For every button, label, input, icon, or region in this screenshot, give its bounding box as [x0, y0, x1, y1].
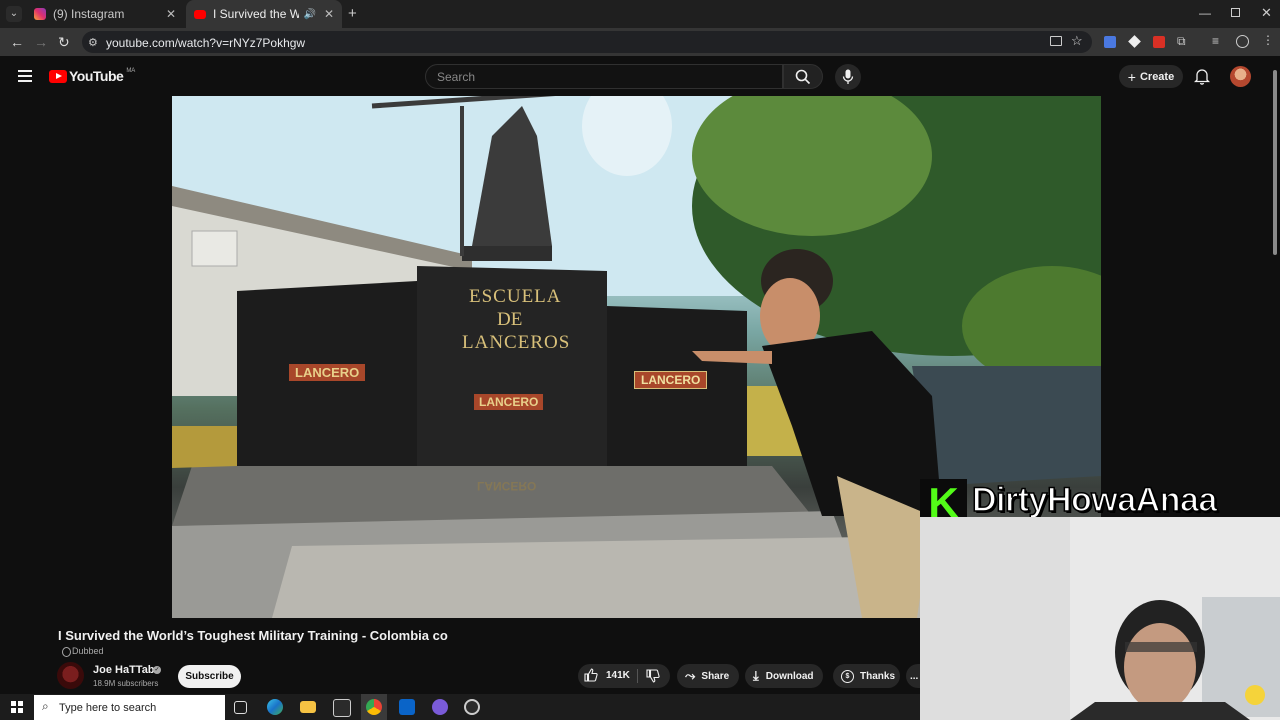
monument-plaque-right: LANCERO	[634, 371, 708, 389]
video-title: I Survived the World’s Toughest Military…	[58, 628, 448, 643]
tab-title: (9) Instagram	[53, 7, 125, 21]
youtube-icon	[194, 9, 206, 19]
monument-plaque-center: LANCERO	[474, 394, 544, 410]
bell-icon	[1193, 69, 1211, 85]
obs-icon[interactable]	[464, 699, 480, 715]
monument-text-lanceros: LANCEROS	[462, 332, 571, 353]
create-label: Create	[1139, 70, 1175, 83]
search-button[interactable]	[783, 64, 823, 89]
download-icon: ⤓	[753, 668, 759, 683]
voice-search-button[interactable]	[835, 64, 861, 90]
monument-text-de: DE	[497, 309, 523, 330]
dubbed-icon	[62, 647, 71, 657]
notifications-button[interactable]	[1193, 68, 1211, 90]
subscriber-count: 18.9M subscribers	[93, 679, 159, 688]
edge-icon[interactable]	[267, 699, 283, 715]
windows-start-button[interactable]	[11, 701, 23, 713]
dubbed-label: Dubbed	[72, 646, 104, 656]
discord-icon[interactable]	[432, 699, 448, 715]
thumbs-down-icon	[646, 669, 660, 683]
thanks-button[interactable]: $ Thanks	[833, 664, 900, 688]
verified-icon: ✓	[153, 666, 161, 674]
like-button[interactable]: 141K	[584, 668, 630, 682]
site-info-icon[interactable]: ⚙	[88, 36, 98, 49]
file-explorer-icon[interactable]	[300, 701, 316, 713]
country-code: MA	[126, 68, 136, 74]
translate-extension-icon[interactable]	[1104, 36, 1116, 48]
create-button[interactable]: + Create	[1119, 65, 1183, 88]
tab-instagram[interactable]: (9) Instagram ✕	[26, 0, 184, 28]
outlook-icon[interactable]	[399, 699, 415, 715]
monument-plaque-left: LANCERO	[289, 364, 366, 381]
speaker-icon[interactable]: 🔊	[303, 9, 315, 20]
thumbs-up-icon	[584, 668, 598, 682]
share-icon: ⤳	[685, 668, 696, 683]
thanks-label: Thanks	[860, 670, 896, 682]
more-horizontal-icon: ...	[910, 670, 919, 682]
close-window-button[interactable]: ✕	[1261, 5, 1272, 21]
new-tab-button[interactable]: +	[348, 5, 357, 22]
divider	[637, 669, 638, 683]
restore-button[interactable]	[1231, 8, 1240, 17]
download-button[interactable]: ⤓ Download	[745, 664, 823, 688]
tab-youtube[interactable]: I Survived the World's Toug 🔊 ✕	[186, 0, 342, 28]
page-scrollbar[interactable]	[1273, 70, 1277, 255]
reading-list-icon[interactable]: ≡	[1212, 34, 1219, 48]
task-view-icon[interactable]	[234, 701, 247, 714]
webcam-feed	[920, 517, 1280, 720]
youtube-play-icon	[49, 69, 67, 83]
microphone-icon	[842, 69, 854, 84]
tab-title: I Survived the World's Toug	[213, 7, 300, 21]
monument-reflection-text: LANCERO	[477, 479, 537, 493]
avatar[interactable]	[1230, 66, 1251, 87]
extensions-puzzle-icon[interactable]: ⧉	[1177, 34, 1186, 49]
youtube-logo[interactable]: YouTube MA	[49, 68, 135, 84]
search-icon	[795, 69, 811, 85]
search-icon: ⌕	[42, 699, 49, 713]
plus-icon: +	[1127, 68, 1136, 85]
like-count: 141K	[606, 669, 630, 681]
profile-icon[interactable]	[1236, 35, 1249, 48]
dislike-button[interactable]	[646, 669, 660, 688]
extension-red-icon[interactable]	[1153, 36, 1165, 48]
tab-search-button[interactable]: ⌄	[6, 6, 22, 22]
url-text: youtube.com/watch?v=rNYz7Pokhgw	[106, 36, 306, 50]
webcam-frame	[920, 517, 1280, 720]
instagram-icon	[34, 8, 46, 20]
close-tab-icon[interactable]: ✕	[324, 7, 334, 21]
channel-name[interactable]: Joe HaTTab	[93, 664, 155, 676]
chrome-icon[interactable]	[366, 699, 382, 715]
close-tab-icon[interactable]: ✕	[166, 7, 176, 21]
back-button[interactable]: ←	[10, 34, 24, 50]
streamer-name: DirtyHowaAnaa	[971, 480, 1218, 520]
subscribe-button[interactable]: Subscribe	[178, 665, 241, 688]
install-app-icon[interactable]	[1050, 36, 1062, 46]
more-actions-button[interactable]: ...	[906, 664, 920, 688]
chrome-menu-icon[interactable]: ⋮	[1262, 33, 1274, 47]
channel-avatar[interactable]	[57, 662, 84, 689]
forward-button[interactable]: →	[34, 34, 48, 50]
bookmark-star-icon[interactable]: ☆	[1071, 33, 1083, 49]
monument-text-escuela: ESCUELA	[469, 286, 562, 307]
taskbar-search-input[interactable]: ⌕ Type here to search	[34, 695, 225, 720]
taskbar-search-placeholder: Type here to search	[59, 701, 157, 714]
minimize-button[interactable]: —	[1199, 6, 1211, 20]
reload-button[interactable]: ↻	[58, 34, 70, 51]
youtube-logo-text: YouTube	[69, 68, 124, 84]
thanks-icon: $	[841, 669, 854, 683]
store-icon[interactable]	[333, 699, 351, 717]
share-label: Share	[701, 670, 730, 682]
hamburger-menu-icon[interactable]	[18, 70, 32, 82]
download-label: Download	[765, 670, 814, 682]
share-button[interactable]: ⤳ Share	[677, 664, 739, 688]
search-input[interactable]: Search	[425, 64, 783, 89]
chevron-down-icon: ⌄	[9, 8, 19, 19]
